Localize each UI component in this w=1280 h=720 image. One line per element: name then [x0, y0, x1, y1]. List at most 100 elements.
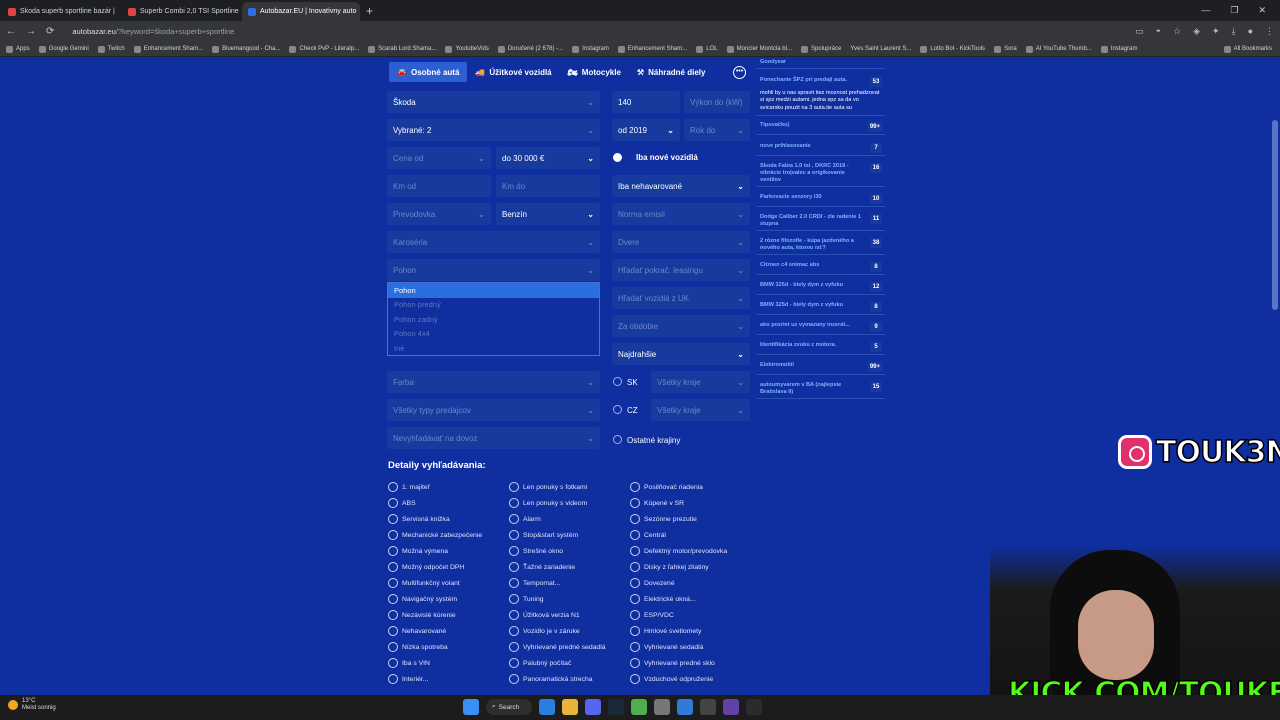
detail-checkbox[interactable]: Interiér...: [388, 674, 428, 684]
forum-item[interactable]: Tipovačku) 99+: [757, 120, 885, 135]
km-to-input[interactable]: Km do: [496, 175, 600, 197]
price-from-select[interactable]: Cena od ⌄: [387, 147, 491, 169]
app-icon[interactable]: [654, 699, 670, 715]
year-from-select[interactable]: od 2019 ⌄: [612, 119, 680, 141]
sk-regions-select[interactable]: Všetky kraje ⌄: [651, 371, 750, 393]
bookmark[interactable]: YoutubeVids: [445, 45, 489, 53]
close-window-icon[interactable]: ✕: [1258, 5, 1266, 16]
weather-widget[interactable]: 13°C Meist sonnig: [8, 698, 56, 712]
detail-checkbox[interactable]: Panoramatická strecha: [509, 674, 593, 684]
year-to-select[interactable]: Rok do ⌄: [684, 119, 750, 141]
detail-checkbox[interactable]: Len ponuky s videom: [509, 498, 587, 508]
new-tab-icon[interactable]: +: [366, 4, 373, 18]
chrome-icon[interactable]: [631, 699, 647, 715]
windows-start-icon[interactable]: [463, 699, 479, 715]
detail-checkbox[interactable]: Vyhrievané predné sklo: [630, 658, 715, 668]
drive-select[interactable]: Pohon ⌄: [387, 259, 600, 281]
tab-cars[interactable]: 🚘 Osobné autá: [389, 62, 468, 82]
more-options-icon[interactable]: •••: [733, 66, 746, 79]
detail-checkbox[interactable]: Mechanické zabezpečenie: [388, 530, 482, 540]
price-to-select[interactable]: do 30 000 € ⌄: [496, 147, 600, 169]
cz-radio[interactable]: [613, 405, 622, 414]
detail-checkbox[interactable]: Tempomat...: [509, 578, 560, 588]
forum-item[interactable]: BMW 325d - biely dym z vyfuku 12: [757, 280, 885, 295]
detail-checkbox[interactable]: Vyhrievané predné sedadlá: [509, 642, 606, 652]
tab-parts[interactable]: ⚒ Náhradné diely: [629, 62, 714, 82]
detail-checkbox[interactable]: Alarm: [509, 514, 541, 524]
detail-checkbox[interactable]: Defektný motor/prevodovka: [630, 546, 727, 556]
detail-checkbox[interactable]: Posilňovač riadenia: [630, 482, 703, 492]
maximize-icon[interactable]: ❐: [1230, 5, 1238, 16]
bookmark[interactable]: Lotto Bot - KickTools: [920, 45, 985, 53]
accident-select[interactable]: Iba nehavarované ⌄: [612, 175, 750, 197]
detail-checkbox[interactable]: Elektrické okná...: [630, 594, 696, 604]
browser-tab[interactable]: Skoda superb sportline bazár |✕: [2, 2, 120, 21]
detail-checkbox[interactable]: Nezávislé kúrenie: [388, 610, 456, 620]
detail-checkbox[interactable]: Kúpené v SR: [630, 498, 684, 508]
drive-option[interactable]: Pohon 4x4: [388, 327, 599, 342]
detail-checkbox[interactable]: Vozidlo je v záruke: [509, 626, 580, 636]
power-to-input[interactable]: Výkon do (kW): [684, 91, 750, 113]
detail-checkbox[interactable]: Strešné okno: [509, 546, 563, 556]
bookmark[interactable]: Doručené (2 678) -...: [497, 45, 563, 53]
all-bookmarks[interactable]: All Bookmarks: [1223, 45, 1280, 53]
emission-select[interactable]: Norma emisií ⌄: [612, 203, 750, 225]
puzzle-icon[interactable]: ✦: [1212, 26, 1220, 37]
app-icon[interactable]: [700, 699, 716, 715]
drive-option[interactable]: Iné: [388, 341, 599, 356]
profile-icon[interactable]: ●: [1248, 26, 1253, 37]
taskbar-search[interactable]: ⌕ Search: [486, 699, 532, 715]
import-select[interactable]: Nevyhľadávať na dovoz ⌄: [387, 427, 600, 449]
drive-option[interactable]: Pohon: [388, 283, 599, 298]
steam-icon[interactable]: [608, 699, 624, 715]
forum-item[interactable]: Dodge Caliber 2.0 CRDI - zle radenie 1 s…: [757, 212, 885, 231]
detail-checkbox[interactable]: Nehavarované: [388, 626, 446, 636]
bookmark[interactable]: LOL: [696, 45, 718, 53]
close-tab-icon[interactable]: ✕: [119, 7, 120, 16]
bookmark[interactable]: Instagram: [1100, 45, 1137, 53]
browser-tab[interactable]: Superb Combi 2,0 TSI Sportline✕: [122, 2, 240, 21]
km-from-input[interactable]: Km od: [387, 175, 491, 197]
minimize-icon[interactable]: —: [1201, 5, 1210, 16]
seller-type-select[interactable]: Všetky typy predajcov ⌄: [387, 399, 600, 421]
brand-select[interactable]: Škoda ⌄: [387, 91, 600, 113]
bookmark[interactable]: AI YouTube Thumb...: [1025, 45, 1092, 53]
incognito-icon[interactable]: ◓: [1156, 26, 1161, 37]
detail-checkbox[interactable]: Stop&start systém: [509, 530, 578, 540]
extension-icon[interactable]: ◈: [1193, 26, 1200, 37]
bookmark[interactable]: Google Gemini: [38, 45, 89, 53]
other-countries-radio[interactable]: [613, 435, 622, 444]
forum-item[interactable]: Citroen c4 snimac abs 8: [757, 260, 885, 275]
url-field[interactable]: autobazar.eu/?keyword=škoda+superb+sport…: [64, 24, 242, 39]
detail-checkbox[interactable]: Len ponuky s fotkami: [509, 482, 587, 492]
detail-checkbox[interactable]: Možný odpočet DPH: [388, 562, 464, 572]
detail-checkbox[interactable]: 1. majiteľ: [388, 482, 430, 492]
bookmark[interactable]: Yves Saint Laurent S...: [850, 46, 911, 52]
bookmark[interactable]: Twitch: [97, 45, 125, 53]
app-icon[interactable]: [677, 699, 693, 715]
detail-checkbox[interactable]: Vyhrievané sedadlá: [630, 642, 703, 652]
sort-select[interactable]: Najdrahšie ⌄: [612, 343, 750, 365]
tab-vans[interactable]: 🚚 Úžitkové vozidlá: [467, 62, 559, 82]
detail-checkbox[interactable]: Disky z ľahkej zliatiny: [630, 562, 709, 572]
drive-option[interactable]: Pohon zadný: [388, 312, 599, 327]
detail-checkbox[interactable]: Ťažné zariadenie: [509, 562, 575, 572]
detail-checkbox[interactable]: Iba s VIN: [388, 658, 430, 668]
power-from-input[interactable]: 140: [612, 91, 680, 113]
app-icon[interactable]: [746, 699, 762, 715]
detail-checkbox[interactable]: ABS: [388, 498, 416, 508]
bookmark[interactable]: Enhancement Sham...: [617, 45, 687, 53]
drive-option[interactable]: Pohon predný: [388, 298, 599, 313]
bookmark[interactable]: Moncler Montcla bl...: [726, 45, 792, 53]
bookmark[interactable]: Apps: [6, 45, 30, 53]
gearbox-select[interactable]: Prevodovka ⌄: [387, 203, 491, 225]
fuel-select[interactable]: Benzín ⌄: [496, 203, 600, 225]
detail-checkbox[interactable]: Centrál: [630, 530, 666, 540]
forum-item[interactable]: ako pozriet uz vymazany inzerát... 9: [757, 320, 885, 335]
model-select[interactable]: Vybrané: 2 ⌄: [387, 119, 600, 141]
detail-checkbox[interactable]: ESP/VDC: [630, 610, 674, 620]
edge-icon[interactable]: [539, 699, 555, 715]
forum-item[interactable]: Skoda Fabia 1.0 tsi , DKRC 2018 - vibrác…: [757, 161, 885, 187]
bookmark[interactable]: Check PvP - Literalp...: [289, 45, 359, 53]
bookmark[interactable]: Spolupráce: [800, 45, 841, 53]
